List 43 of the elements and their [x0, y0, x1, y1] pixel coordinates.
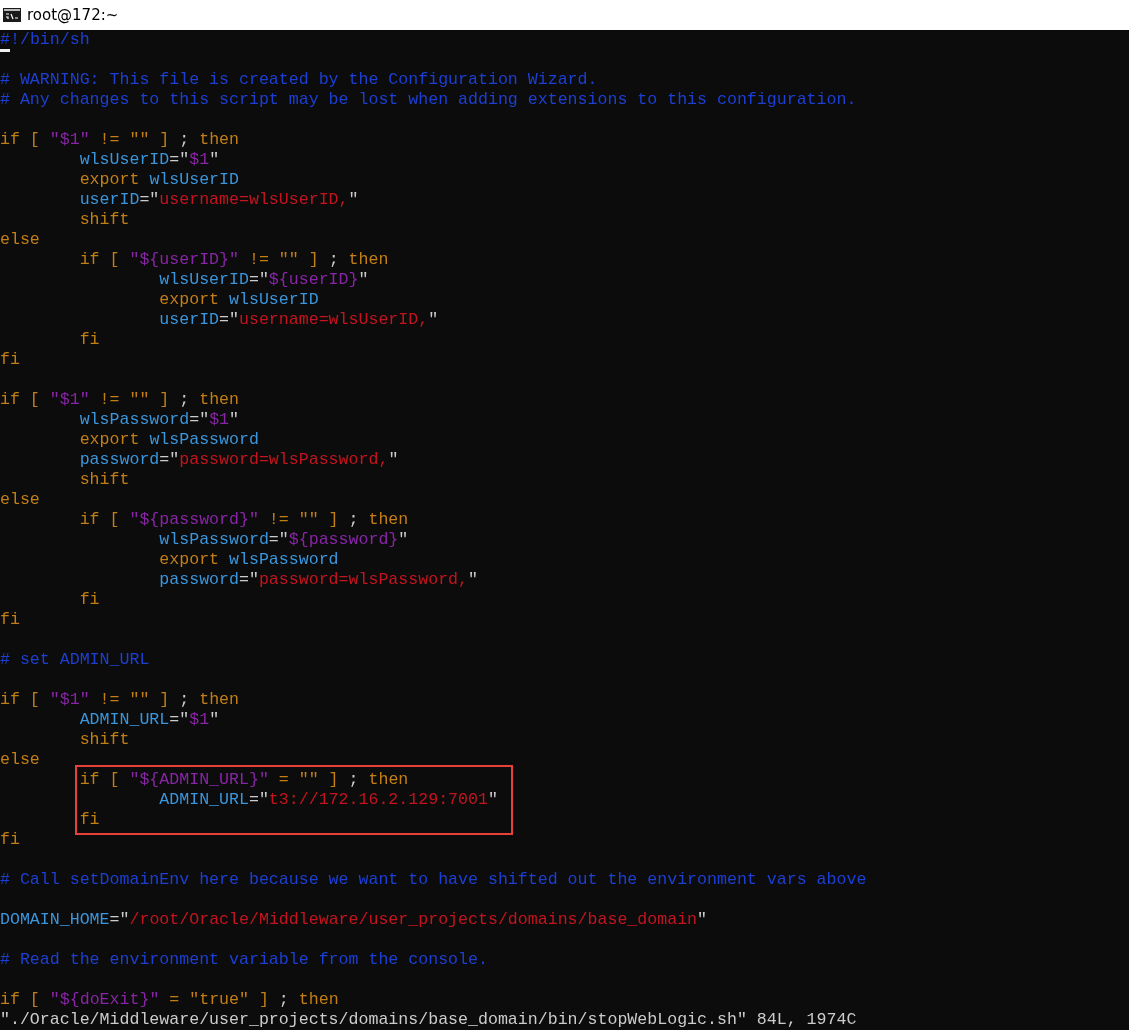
code-line: shift: [79, 210, 130, 230]
code-line: wlsUserID="${userID}": [159, 270, 369, 290]
code-line: DOMAIN_HOME="/root/Oracle/Middleware/user_projects/domains/base_domain": [0, 910, 708, 930]
code-line: password="password=wlsPassword,": [159, 570, 478, 590]
code-line: # Read the environment variable from the console.: [0, 950, 488, 970]
code-line: wlsPassword="$1": [79, 410, 239, 430]
code-line: fi: [79, 810, 100, 830]
code-line: export wlsUserID: [79, 170, 239, 190]
code-line: fi: [0, 610, 20, 630]
code-line: password="password=wlsPassword,": [79, 450, 399, 470]
code-line: userID="username=wlsUserID,": [79, 190, 359, 210]
code-line: ADMIN_URL="$1": [79, 710, 220, 730]
code-line: wlsUserID="$1": [79, 150, 220, 170]
code-line: fi: [79, 590, 100, 610]
code-line: # Any changes to this script may be lost when adding extensions to this configuration.: [0, 90, 857, 110]
code-line: shift: [79, 730, 130, 750]
code-line: export wlsUserID: [159, 290, 319, 310]
code-line: export wlsPassword: [159, 550, 339, 570]
code-line: if [ "${userID}" != "" ] ; then: [79, 250, 389, 270]
code-line: #!/bin/sh: [0, 30, 90, 50]
code-line: fi: [0, 830, 20, 850]
code-line: fi: [79, 330, 100, 350]
code-line: if [ "${ADMIN_URL}" = "" ] ; then: [79, 770, 409, 790]
code-line: else: [0, 490, 40, 510]
code-line: # Call setDomainEnv here because we want to have shifted out the environment vars above: [0, 870, 867, 890]
code-line: shift: [79, 470, 130, 490]
code-line: # set ADMIN_URL: [0, 650, 150, 670]
code-line: # WARNING: This file is created by the Configuration Wizard.: [0, 70, 598, 90]
code-line: else: [0, 230, 40, 250]
code-line: userID="username=wlsUserID,": [159, 310, 439, 330]
terminal-icon: [3, 8, 21, 22]
code-line: if [ "${password}" != "" ] ; then: [79, 510, 409, 530]
code-line: fi: [0, 350, 20, 370]
code-line: ADMIN_URL="t3://172.16.2.129:7001": [159, 790, 498, 810]
code-line: wlsPassword="${password}": [159, 530, 409, 550]
code-line: if [ "$1" != "" ] ; then: [0, 130, 240, 150]
code-line: if [ "$1" != "" ] ; then: [0, 690, 240, 710]
code-line: if [ "${doExit}" = "true" ] ; then: [0, 990, 339, 1010]
code-line: if [ "$1" != "" ] ; then: [0, 390, 240, 410]
code-line: export wlsPassword: [79, 430, 259, 450]
window-title: root@172:~: [27, 6, 119, 24]
code-line: else: [0, 750, 40, 770]
status-line: "./Oracle/Middleware/user_projects/domains/base_domain/bin/stopWebLogic.sh" 84L, 1974C: [0, 1010, 857, 1030]
